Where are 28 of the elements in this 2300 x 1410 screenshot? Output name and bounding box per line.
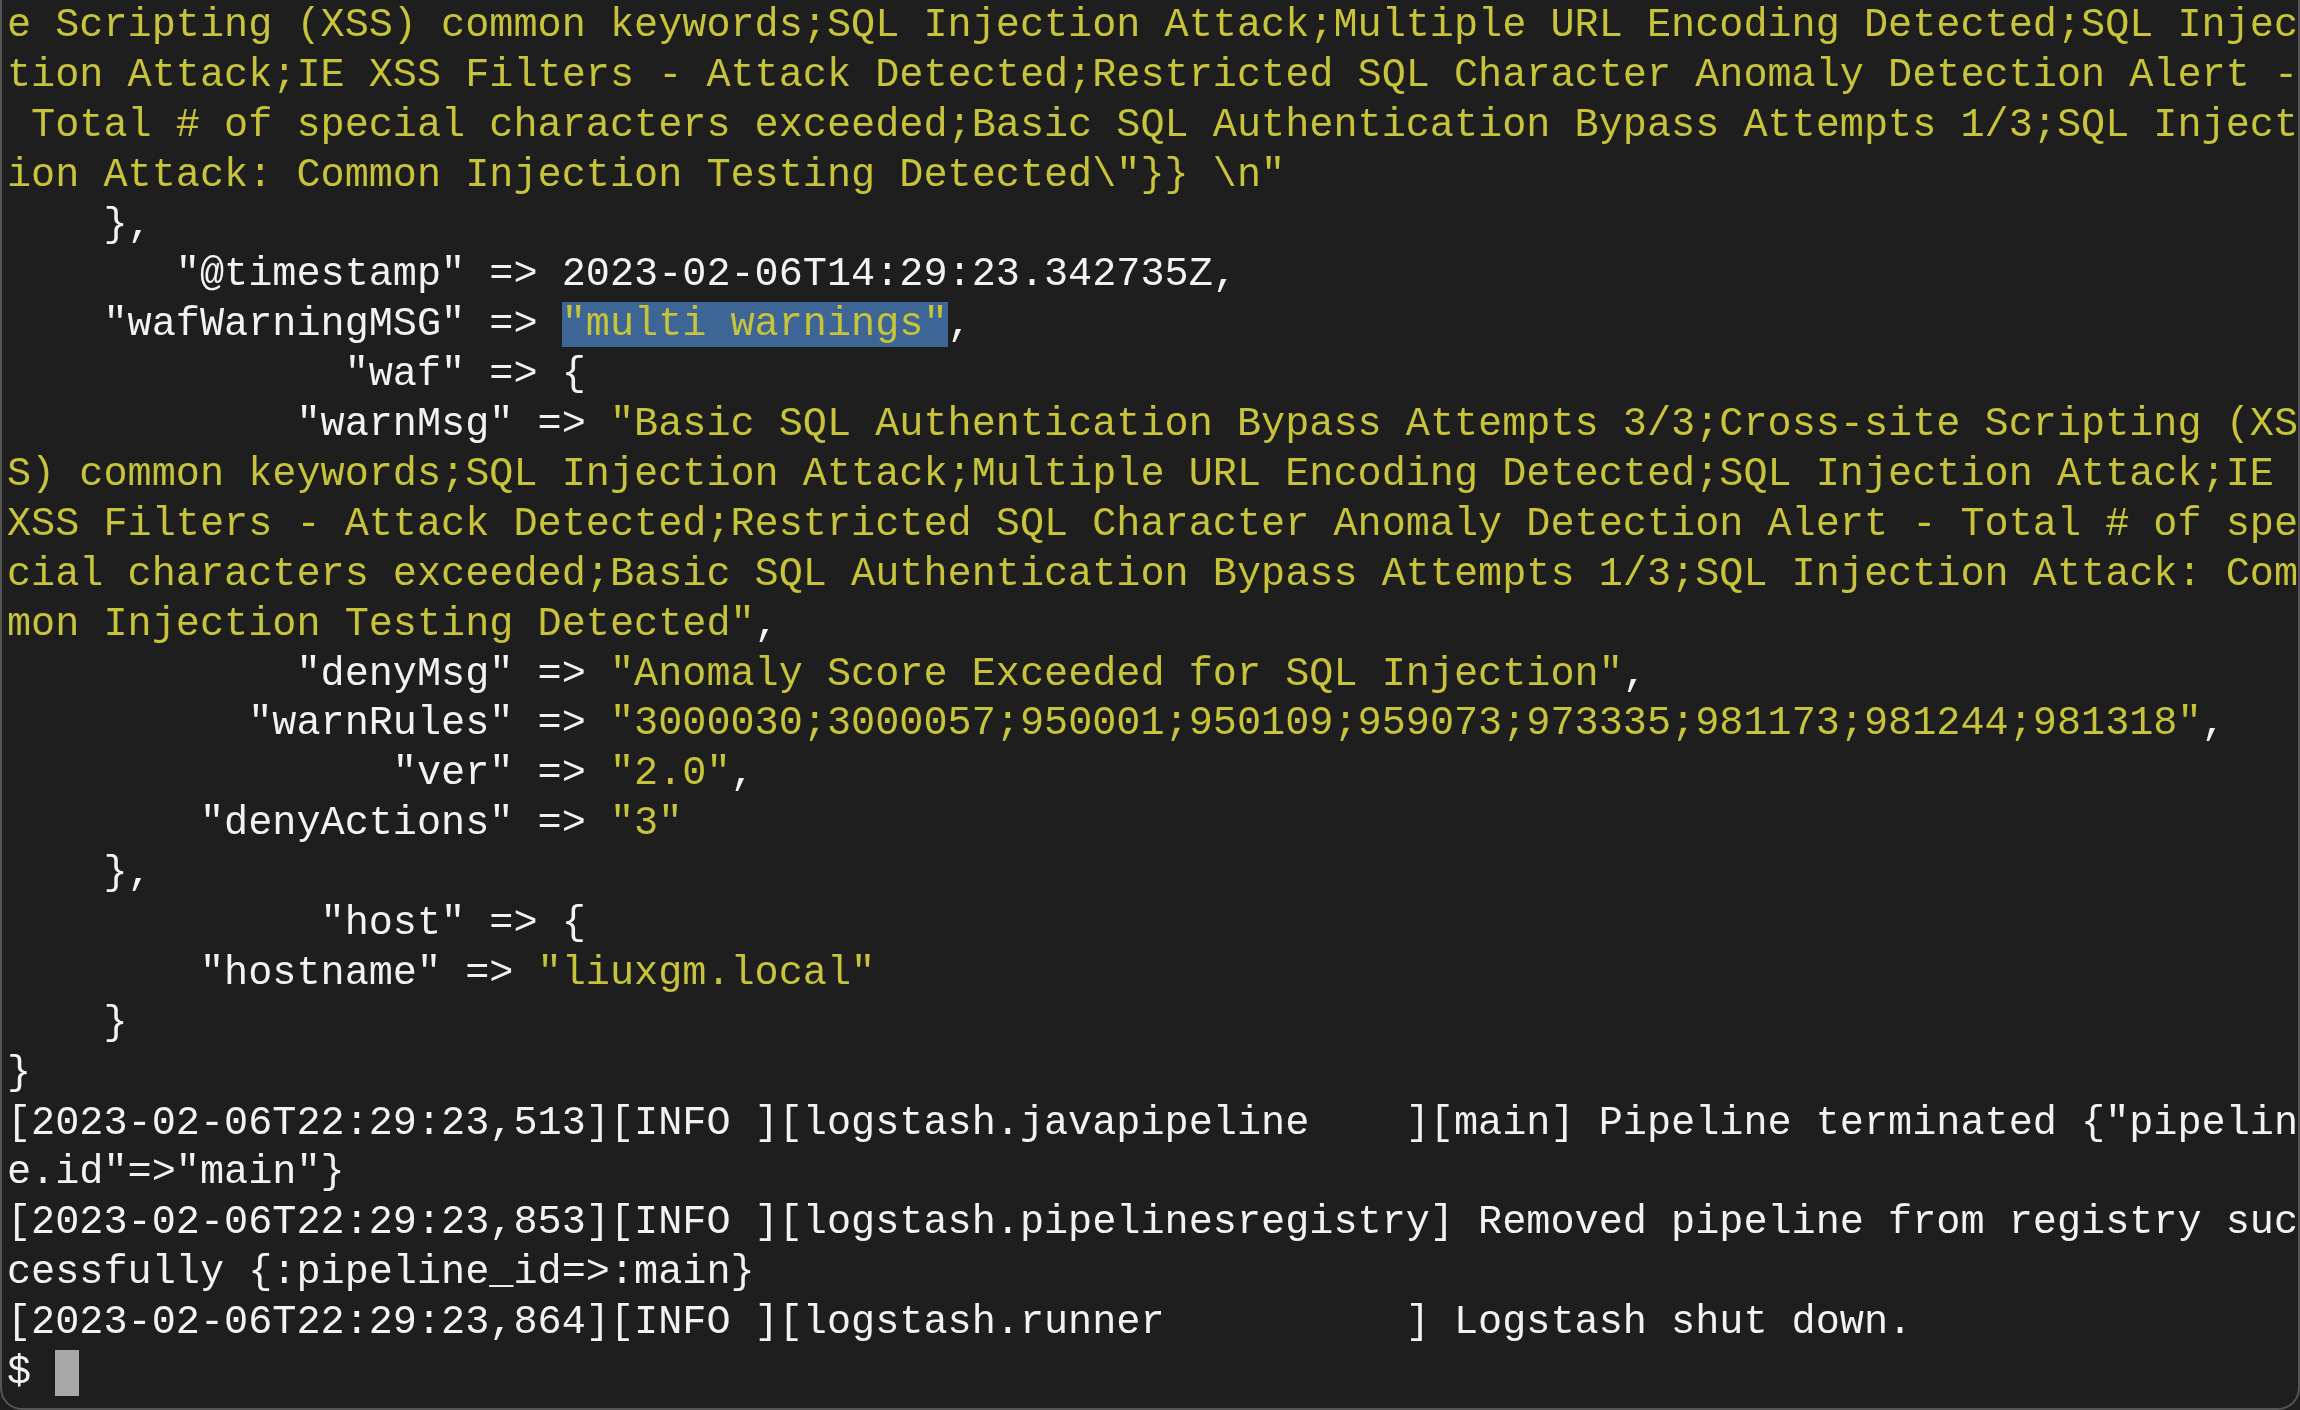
terminal-line: "warnRules" => "3000030;3000057;950001;950109;959073;973335;981173;981244;981318", <box>247 700 2227 749</box>
terminal-line: XSS Filters - Attack Detected;Restricted SQL Character Anomaly Detection Alert - Total # of spe <box>7 500 2298 549</box>
terminal-line: } <box>7 1049 33 1098</box>
terminal-line: "waf" => { <box>343 351 587 400</box>
terminal-line: e.id"=>"main"} <box>7 1149 346 1198</box>
terminal-line: "hostname" => "liuxgm.local" <box>198 949 877 998</box>
terminal-line: S) common keywords;SQL Injection Attack;Multiple URL Encoding Detected;SQL Injection Attack;IE <box>7 451 2275 499</box>
terminal-line: "denyActions" => "3" <box>198 800 684 849</box>
terminal-line: ion Attack: Common Injection Testing Detected\"}} \n" <box>7 151 1287 200</box>
terminal-line: cial characters exceeded;Basic SQL Authentication Bypass Attempts 1/3;SQL Injection Attack: Com <box>7 550 2298 599</box>
terminal-line: }, <box>102 201 153 250</box>
shell-prompt: $ <box>7 1349 32 1398</box>
terminal-line: [2023-02-06T22:29:23,853][INFO ][logstash.pipelinesregistry] Removed pipeline from registry suc <box>7 1199 2298 1248</box>
terminal-line: } <box>102 999 129 1048</box>
terminal-line: cessfully {:pipeline_id=>:main} <box>7 1249 756 1298</box>
terminal-line: mon Injection Testing Detected", <box>7 600 780 649</box>
terminal-line: tion Attack;IE XSS Filters - Attack Detected;Restricted SQL Character Anomaly Detection Alert - <box>7 51 2298 100</box>
terminal-line: e Scripting (XSS) common keywords;SQL Injection Attack;Multiple URL Encoding Detected;SQL Injec <box>7 2 2298 50</box>
terminal-line: "@timestamp" => 2023-02-06T14:29:23.342735Z, <box>174 251 1238 300</box>
terminal-line: [2023-02-06T22:29:23,513][INFO ][logstash.javapipeline ][main] Pipeline terminated {"pipelin <box>7 1099 2298 1148</box>
terminal-line: "warnMsg" => "Basic SQL Authentication Bypass Attempts 3/3;Cross-site Scripting (XS <box>295 401 2298 450</box>
terminal-line: }, <box>102 850 153 899</box>
terminal-line: [2023-02-06T22:29:23,864][INFO ][logstash.runner ] Logstash shut down. <box>7 1299 1914 1348</box>
terminal-line: Total # of special characters exceeded;Basic SQL Authentication Bypass Attempts 1/3;SQL Inject <box>30 101 2298 150</box>
terminal-line: "wafWarningMSG" => "multi warnings", <box>102 301 973 350</box>
terminal-line: "host" => { <box>319 900 587 949</box>
terminal-line: "denyMsg" => "Anomaly Score Exceeded for SQL Injection", <box>295 650 1648 699</box>
terminal-line: "ver" => "2.0", <box>391 750 756 799</box>
